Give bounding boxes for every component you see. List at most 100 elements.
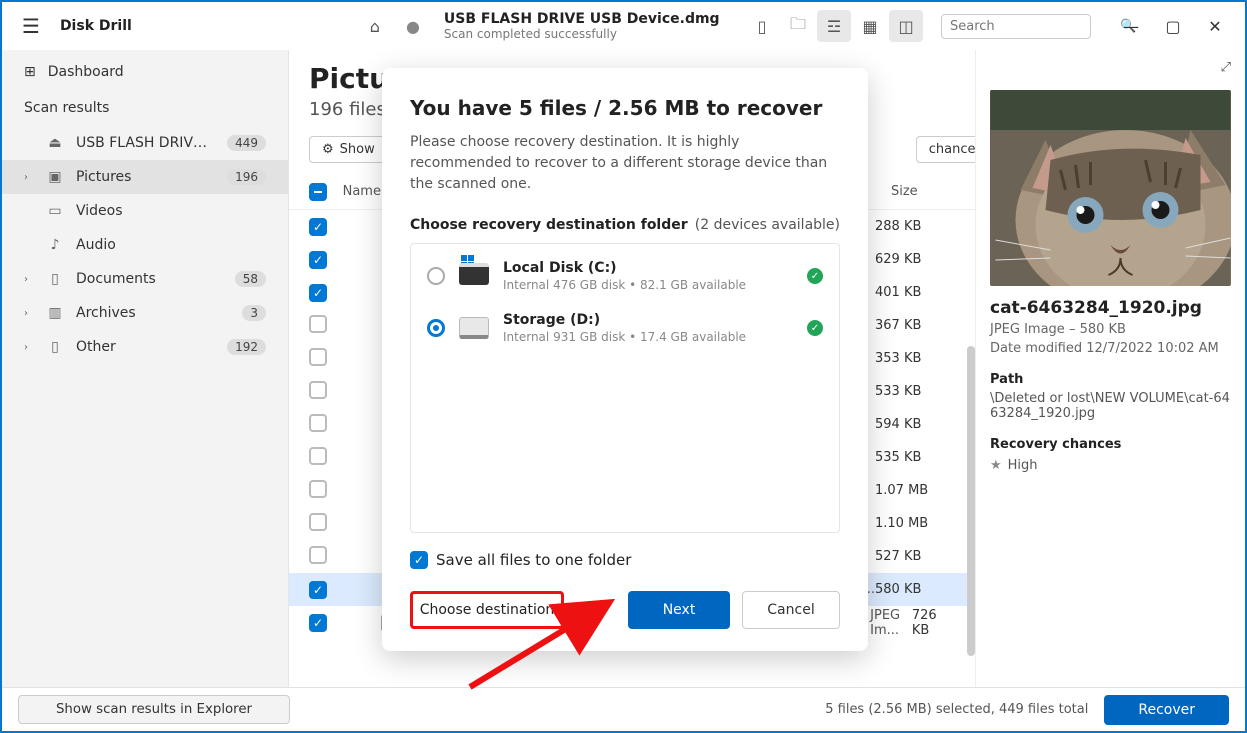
modal-description: Please choose recovery destination. It i… bbox=[410, 132, 840, 195]
destination-list: Local Disk (C:) Internal 476 GB disk • 8… bbox=[410, 243, 840, 533]
select-all-checkbox[interactable] bbox=[309, 183, 327, 201]
sidebar-item-audio[interactable]: ♪ Audio bbox=[2, 228, 288, 262]
column-size[interactable]: Size bbox=[891, 184, 955, 199]
device-subtitle: Scan completed successfully bbox=[444, 27, 720, 41]
row-checkbox[interactable] bbox=[309, 414, 327, 432]
radio-button[interactable] bbox=[427, 267, 445, 285]
drive-icon: ⏏ bbox=[46, 135, 64, 151]
chances-filter-button[interactable]: chances bbox=[916, 136, 975, 163]
row-checkbox[interactable]: ✓ bbox=[309, 614, 327, 632]
row-checkbox[interactable]: ✓ bbox=[309, 284, 327, 302]
preview-image bbox=[990, 90, 1231, 286]
row-checkbox[interactable] bbox=[309, 315, 327, 333]
next-button[interactable]: Next bbox=[628, 591, 730, 629]
chevron-right-icon[interactable]: › bbox=[24, 342, 34, 353]
preview-filename: cat-6463284_1920.jpg bbox=[990, 298, 1231, 318]
sidebar-item-archives[interactable]: › ▥ Archives 3 bbox=[2, 296, 288, 330]
file-size: 594 KB bbox=[875, 417, 955, 432]
destination-name: Local Disk (C:) bbox=[503, 260, 793, 276]
sidebar: ⊞ Dashboard Scan results ⏏ USB FLASH DRI… bbox=[2, 50, 289, 687]
search-input[interactable]: 🔍 bbox=[941, 14, 1091, 39]
videos-icon: ▭ bbox=[46, 203, 64, 219]
row-checkbox[interactable] bbox=[309, 546, 327, 564]
destination-local-disk[interactable]: Local Disk (C:) Internal 476 GB disk • 8… bbox=[411, 250, 839, 302]
drive-badge: 449 bbox=[227, 135, 266, 151]
scrollbar[interactable] bbox=[967, 346, 975, 656]
cat-image bbox=[990, 90, 1231, 286]
drive-label: USB FLASH DRIVE USB... bbox=[76, 135, 215, 151]
chevron-right-icon[interactable]: › bbox=[24, 274, 34, 285]
other-icon: ▯ bbox=[46, 339, 64, 355]
date-modified-value: 12/7/2022 10:02 AM bbox=[1086, 341, 1219, 356]
documents-icon: ▯ bbox=[46, 271, 64, 287]
device-info: USB FLASH DRIVE USB Device.dmg Scan comp… bbox=[444, 11, 720, 41]
devices-available: (2 devices available) bbox=[695, 217, 840, 233]
recover-button[interactable]: Recover bbox=[1104, 695, 1229, 725]
row-checkbox[interactable] bbox=[309, 381, 327, 399]
sidebar-item-documents[interactable]: › ▯ Documents 58 bbox=[2, 262, 288, 296]
date-modified-label: Date modified bbox=[990, 341, 1082, 356]
device-title: USB FLASH DRIVE USB Device.dmg bbox=[444, 11, 720, 27]
modal-title: You have 5 files / 2.56 MB to recover bbox=[410, 96, 840, 120]
row-checkbox[interactable] bbox=[309, 480, 327, 498]
search-field[interactable] bbox=[950, 19, 1120, 34]
file-size: 580 KB bbox=[875, 582, 955, 597]
row-checkbox[interactable] bbox=[309, 513, 327, 531]
file-size: 288 KB bbox=[875, 219, 955, 234]
file-size: 367 KB bbox=[875, 318, 955, 333]
sidebar-item-pictures[interactable]: › ▣ Pictures 196 bbox=[2, 160, 288, 194]
cancel-button[interactable]: Cancel bbox=[742, 591, 840, 629]
sidebar-item-videos[interactable]: ▭ Videos bbox=[2, 194, 288, 228]
path-label: Path bbox=[990, 372, 1231, 387]
save-to-one-folder-checkbox[interactable]: ✓ bbox=[410, 551, 428, 569]
star-icon: ★ bbox=[990, 458, 1002, 473]
disk-icon bbox=[459, 263, 489, 285]
row-checkbox[interactable] bbox=[309, 348, 327, 366]
choose-destination-button[interactable]: Choose destination bbox=[410, 591, 564, 629]
home-icon[interactable]: ⌂ bbox=[362, 17, 388, 36]
open-external-icon[interactable]: ⤢ bbox=[1221, 60, 1231, 75]
panel-view-icon[interactable]: ◫ bbox=[889, 10, 923, 42]
file-size: 629 KB bbox=[875, 252, 955, 267]
row-checkbox[interactable] bbox=[309, 447, 327, 465]
column-name[interactable]: Name bbox=[343, 184, 381, 199]
save-to-one-folder-label: Save all files to one folder bbox=[436, 551, 631, 569]
file-icon[interactable]: ▯ bbox=[745, 10, 779, 42]
minimize-button[interactable]: — bbox=[1111, 10, 1151, 42]
file-size: 726 KB bbox=[912, 608, 955, 638]
show-in-explorer-button[interactable]: Show scan results in Explorer bbox=[18, 695, 290, 724]
file-size: 401 KB bbox=[875, 285, 955, 300]
dashboard-label: Dashboard bbox=[48, 64, 124, 80]
preview-type-size: JPEG Image – 580 KB bbox=[990, 322, 1231, 337]
dashboard-nav[interactable]: ⊞ Dashboard bbox=[2, 54, 288, 90]
maximize-button[interactable]: ▢ bbox=[1153, 10, 1193, 42]
destination-sub: Internal 476 GB disk • 82.1 GB available bbox=[503, 278, 793, 292]
footer: Show scan results in Explorer 5 files (2… bbox=[2, 687, 1245, 731]
grid-view-icon[interactable]: ▦ bbox=[853, 10, 887, 42]
folder-icon[interactable]: 🗀 bbox=[781, 10, 815, 42]
list-view-icon[interactable]: ☲ bbox=[817, 10, 851, 42]
destination-label: Choose recovery destination folder bbox=[410, 217, 688, 233]
file-size: 533 KB bbox=[875, 384, 955, 399]
chevron-right-icon[interactable]: › bbox=[24, 172, 34, 183]
file-size: 527 KB bbox=[875, 549, 955, 564]
hamburger-icon[interactable]: ☰ bbox=[12, 10, 50, 42]
show-filter-button[interactable]: ⚙ Show bbox=[309, 136, 388, 163]
check-icon: ✓ bbox=[807, 320, 823, 336]
radio-button[interactable] bbox=[427, 319, 445, 337]
row-checkbox[interactable]: ✓ bbox=[309, 581, 327, 599]
sidebar-drive[interactable]: ⏏ USB FLASH DRIVE USB... 449 bbox=[2, 126, 288, 160]
archives-icon: ▥ bbox=[46, 305, 64, 321]
destination-storage[interactable]: Storage (D:) Internal 931 GB disk • 17.4… bbox=[411, 302, 839, 354]
file-size: 1.10 MB bbox=[875, 516, 955, 531]
chevron-right-icon[interactable]: › bbox=[24, 308, 34, 319]
sidebar-item-other[interactable]: › ▯ Other 192 bbox=[2, 330, 288, 364]
close-button[interactable]: ✕ bbox=[1195, 10, 1235, 42]
recovery-chances-value: High bbox=[1008, 458, 1038, 473]
file-size: 353 KB bbox=[875, 351, 955, 366]
dashboard-icon: ⊞ bbox=[24, 64, 36, 80]
preview-panel: ⤢ bbox=[975, 50, 1245, 687]
row-checkbox[interactable]: ✓ bbox=[309, 218, 327, 236]
row-checkbox[interactable]: ✓ bbox=[309, 251, 327, 269]
file-size: 535 KB bbox=[875, 450, 955, 465]
